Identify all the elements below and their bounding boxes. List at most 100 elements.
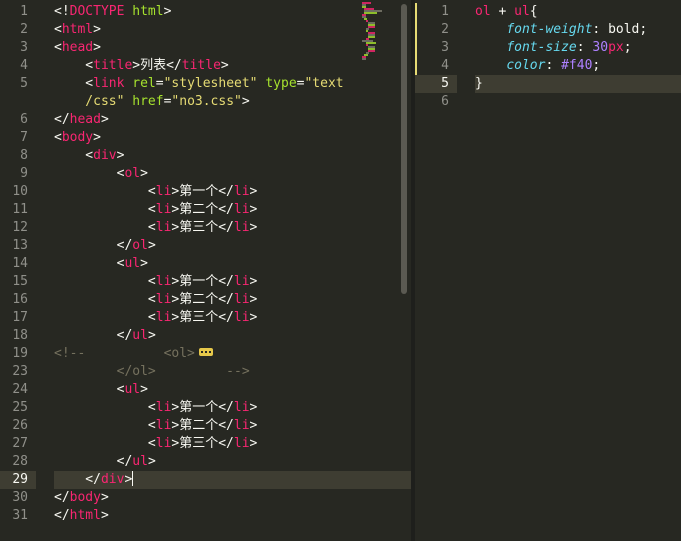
code-token: li [233,418,250,433]
code-line[interactable]: </ol> --> [54,363,411,381]
fold-ellipsis-icon[interactable] [198,348,213,356]
line-number: 23 [12,364,28,379]
code-line[interactable]: </head> [54,111,411,129]
code-token: #f40 [561,58,593,73]
code-line[interactable]: <li>第一个</li> [54,273,411,291]
code-token: </ [54,238,133,253]
line-number: 8 [20,148,28,163]
code-line[interactable]: <li>第二个</li> [54,201,411,219]
line-number: 30 [12,490,28,505]
code-token: </ [54,508,70,523]
code-token: > [100,112,109,127]
code-line[interactable]: <li>第三个</li> [54,219,411,237]
code-token: ; [592,58,601,73]
code-token: link [93,76,125,91]
code-token: </ [54,454,133,469]
code-token: >第三个</ [171,220,234,235]
code-line[interactable]: font-weight: bold; [475,21,681,39]
code-token: ul [514,4,530,19]
code-token: div [100,472,125,487]
code-line[interactable]: <li>第二个</li> [54,291,411,309]
code-line[interactable]: <html> [54,21,411,39]
code-token: < [54,184,156,199]
code-token: li [233,292,250,307]
code-line[interactable]: <li>第一个</li> [54,183,411,201]
code-token: > [249,310,258,325]
code-token: li [155,202,172,217]
code-token: < [54,418,156,433]
code-token: < [54,76,94,91]
code-line[interactable]: <title>列表</title> [54,57,411,75]
code-token: html [132,4,164,19]
code-line[interactable]: <li>第三个</li> [54,435,411,453]
css-editor-pane[interactable]: 1 2 3 4 56 ol + ul{ font-weight: bold; font-… [415,0,681,541]
code-line[interactable]: </ul> [54,327,411,345]
line-number: 1 [441,4,449,19]
code-line[interactable]: <li>第三个</li> [54,309,411,327]
code-token: ul [124,256,141,271]
code-token: > [147,328,156,343]
code-line[interactable]: <link rel="stylesheet" type="text [54,75,411,93]
code-line[interactable]: color: #f40; [475,57,681,75]
code-token: li [155,220,172,235]
line-number: 2 [20,22,28,37]
code-line[interactable]: /css" href="no3.css"> [54,93,411,111]
code-token: < [54,274,156,289]
scrollbar-thumb[interactable] [401,4,407,294]
code-token: </ [54,112,70,127]
code-token: ; [623,40,632,55]
vertical-scrollbar[interactable] [401,4,407,534]
code-line[interactable]: </ul> [54,453,411,471]
code-line[interactable]: </html> [54,507,411,525]
code-token: li [233,436,250,451]
html-editor-pane[interactable]: 1 2 3 4 5 6 7 8 9 10 11 12 13 14 15 16 17 18 19 23 24 25 26 27 2… [0,0,411,541]
code-line[interactable]: </body> [54,489,411,507]
code-token: >列表</ [132,58,182,73]
code-token: > [93,130,101,145]
code-line[interactable]: ol + ul{ [475,3,681,21]
code-token: < [54,400,156,415]
code-token: + [490,4,515,19]
code-line[interactable]: </div> [54,471,411,489]
minimap-line [368,26,376,28]
code-line[interactable]: </ol> [54,237,411,255]
code-token: >第三个</ [171,436,234,451]
code-token: type [265,76,297,91]
line-number: 24 [12,382,28,397]
line-number: 18 [12,328,28,343]
code-line[interactable]: } [475,75,681,93]
line-number: 29 [0,471,36,489]
minimap[interactable] [362,2,398,62]
css-code-area[interactable]: ol + ul{ font-weight: bold; font-size: 3… [475,3,681,111]
code-token: >第一个</ [171,184,234,199]
code-line[interactable]: <ol> [54,165,411,183]
code-line[interactable]: <div> [54,147,411,165]
code-token: body [61,130,94,145]
code-line[interactable]: <li>第二个</li> [54,417,411,435]
code-token: li [155,310,172,325]
code-line[interactable]: <head> [54,39,411,57]
line-number: 14 [12,256,28,271]
code-token: html [61,22,94,37]
code-token: > [147,238,156,253]
code-line[interactable]: <!-- <ol> [54,345,411,363]
line-number: 12 [12,220,28,235]
code-line[interactable]: <li>第一个</li> [54,399,411,417]
code-token: < [54,202,156,217]
code-token: > [93,40,101,55]
code-line[interactable]: <!DOCTYPE html> [54,3,411,21]
code-line[interactable]: font-size: 30px; [475,39,681,57]
code-token: < [54,436,156,451]
code-token: </ [54,472,101,487]
line-number: 1 [20,4,28,19]
code-line[interactable]: <ul> [54,255,411,273]
code-line[interactable] [475,93,681,111]
code-token: </ol> --> [54,364,250,379]
code-token: li [155,418,172,433]
code-token: "stylesheet" [163,76,258,91]
html-code-area[interactable]: <!DOCTYPE html> <html> <head> <title>列表</t… [54,3,411,525]
code-line[interactable]: <body> [54,129,411,147]
code-line[interactable]: <ul> [54,381,411,399]
code-token: { [529,4,538,19]
code-token: < [54,292,156,307]
